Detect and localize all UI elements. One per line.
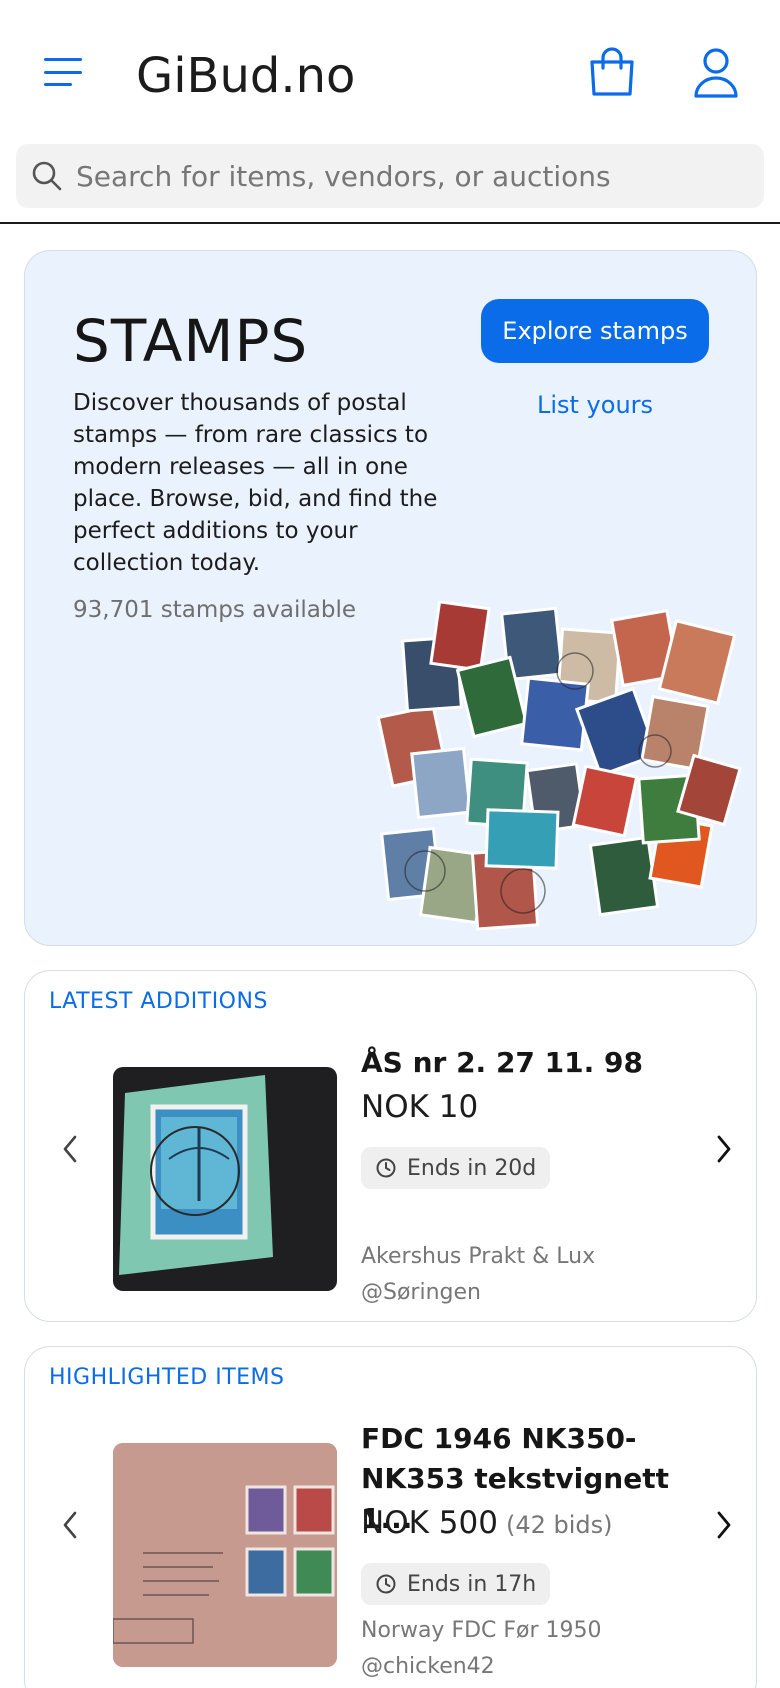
seller-name[interactable]: Akershus Prakt & Lux	[361, 1239, 595, 1275]
section-heading: LATEST ADDITIONS	[49, 989, 268, 1014]
item-title[interactable]: ÅS nr 2. 27 11. 98	[361, 1043, 691, 1083]
hamburger-menu-icon[interactable]	[40, 52, 90, 92]
ends-text: Ends in 17h	[407, 1571, 537, 1597]
ends-text: Ends in 20d	[407, 1155, 537, 1181]
clock-icon	[376, 1158, 396, 1178]
item-thumbnail[interactable]	[113, 1443, 337, 1667]
chevron-right-icon[interactable]	[705, 1507, 741, 1543]
item-price: NOK 10	[361, 1089, 478, 1125]
chevron-left-icon[interactable]	[53, 1507, 89, 1543]
stamps-count: 93,701 stamps available	[73, 597, 356, 623]
latest-additions-section: LATEST ADDITIONS ÅS nr 2. 27 11. 98 NOK …	[24, 970, 757, 1322]
list-yours-link[interactable]: List yours	[481, 391, 709, 419]
top-bar: GiBud.no	[0, 0, 780, 224]
clock-icon	[376, 1574, 396, 1594]
item-thumbnail[interactable]	[113, 1067, 337, 1291]
seller-handle[interactable]: @chicken42	[361, 1649, 495, 1685]
search-icon	[32, 161, 62, 191]
search-bar	[16, 144, 764, 208]
brand-logo[interactable]: GiBud.no	[136, 48, 355, 104]
highlighted-items-section: HIGHLIGHTED ITEMS FDC 1946 NK350-NK353 t…	[24, 1346, 757, 1688]
item-price: NOK 500 (42 bids)	[361, 1505, 613, 1541]
stamps-hero-card: STAMPS Discover thousands of postal stam…	[24, 250, 757, 946]
shopping-bag-icon[interactable]	[584, 44, 640, 100]
bid-count: (42 bids)	[505, 1511, 613, 1539]
price-value: NOK 500	[361, 1505, 498, 1541]
section-heading: HIGHLIGHTED ITEMS	[49, 1365, 285, 1390]
chevron-right-icon[interactable]	[705, 1131, 741, 1167]
ends-badge: Ends in 20d	[361, 1147, 551, 1189]
price-value: NOK 10	[361, 1089, 479, 1125]
stamps-pile-image	[376, 601, 742, 931]
search-input[interactable]	[76, 159, 736, 193]
seller-name[interactable]: Norway FDC Før 1950	[361, 1613, 602, 1649]
ends-badge: Ends in 17h	[361, 1563, 551, 1605]
seller-handle[interactable]: @Søringen	[361, 1275, 481, 1311]
user-icon[interactable]	[690, 44, 742, 100]
chevron-left-icon[interactable]	[53, 1131, 89, 1167]
hero-description: Discover thousands of postal stamps — fr…	[73, 390, 438, 576]
hero-title: STAMPS	[73, 307, 309, 375]
explore-stamps-button[interactable]: Explore stamps	[481, 299, 709, 363]
